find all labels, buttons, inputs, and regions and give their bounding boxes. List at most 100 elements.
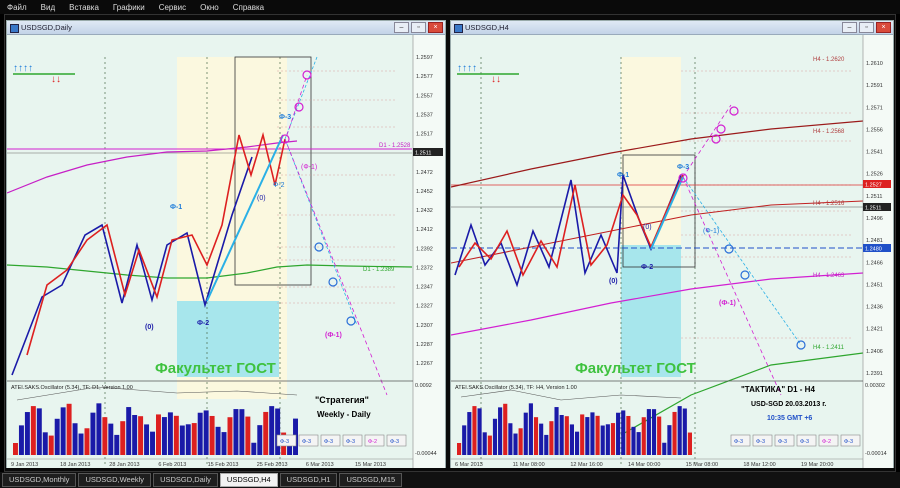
svg-text:↓↓: ↓↓ xyxy=(51,74,61,85)
chart-icon xyxy=(454,24,463,33)
oscillator-bar xyxy=(150,431,155,455)
menu-insert[interactable]: Вставка xyxy=(62,3,106,12)
price-chart[interactable]: ↑↑↑↑ ↓↓ Ф-1 Ф-2 (0) Ф-3 (Ф-1) Ф-2 (0) (Ф… xyxy=(7,35,445,468)
oscillator-bar xyxy=(13,443,18,455)
window-titlebar[interactable]: USDSGD,H4 – ▫ × xyxy=(451,21,893,35)
price-tick-label: 1.2452 xyxy=(416,189,433,195)
label-phi3: Ф-3 xyxy=(279,114,291,121)
chart-tab[interactable]: USDSGD,Daily xyxy=(153,473,218,487)
close-button[interactable]: × xyxy=(428,22,443,33)
menu-help[interactable]: Справка xyxy=(226,3,271,12)
chart-tab[interactable]: USDSGD,H4 xyxy=(219,473,278,487)
oscillator-bar xyxy=(60,407,66,455)
oscillator-bar xyxy=(605,424,610,455)
oscillator-bar xyxy=(197,412,203,455)
price-tick-label: 1.2496 xyxy=(866,216,883,222)
watermark-text: Факультет ГОСТ xyxy=(575,360,696,377)
price-tick-label: 1.2481 xyxy=(866,238,883,244)
label-d1b: D1 - 1.2389 xyxy=(363,267,395,273)
label-mphi1: (Ф-1) xyxy=(325,332,342,339)
menu-file[interactable]: Файл xyxy=(0,3,34,12)
price-tick-label: 1.2421 xyxy=(866,327,883,333)
minimize-button[interactable]: – xyxy=(394,22,409,33)
oscillator-bar xyxy=(651,409,657,455)
minimize-button[interactable]: – xyxy=(842,22,857,33)
label-phi3: Ф-3 xyxy=(677,164,689,171)
window-titlebar[interactable]: USDSGD,Daily – ▫ × xyxy=(7,21,445,35)
label-mphi1: (Ф-1) xyxy=(719,300,736,307)
menu-charts[interactable]: Графики xyxy=(106,3,152,12)
oscillator-bar xyxy=(575,431,580,455)
phase-button-label: Ф-3 xyxy=(844,439,853,445)
date-tick-label: 6 Feb 2013 xyxy=(158,462,186,468)
menu-view[interactable]: Вид xyxy=(34,3,62,12)
oscillator-bar xyxy=(132,415,138,455)
chart-tab[interactable]: USDSGD,Weekly xyxy=(78,473,152,487)
oscillator-bar xyxy=(580,414,585,455)
phase-button-label: Ф-3 xyxy=(756,439,765,445)
oscillator-bar xyxy=(549,421,554,455)
oscillator-bar xyxy=(626,415,631,455)
date-tick-label: 18 Jan 2013 xyxy=(60,462,90,468)
oscillator-bar xyxy=(269,406,275,455)
price-tick-label: 1.2466 xyxy=(866,260,883,266)
label-h4b: H4 - 1.2568 xyxy=(813,129,845,135)
price-tick-label: 1.2610 xyxy=(866,61,883,67)
svg-text:↑↑↑↑: ↑↑↑↑ xyxy=(457,63,477,74)
current-price: 1.2511 xyxy=(865,206,881,212)
oscillator-bar xyxy=(30,406,36,455)
maximize-button[interactable]: ▫ xyxy=(411,22,426,33)
chart-tab[interactable]: USDSGD,Monthly xyxy=(2,473,77,487)
chart-window-daily[interactable]: USDSGD,Daily – ▫ × ↑↑↑↑ ↓↓ Ф-1 Ф-2 (0) Ф… xyxy=(6,20,446,468)
oscillator-bar xyxy=(657,416,662,455)
strategy-sub: Weekly - Daily xyxy=(317,410,371,419)
oscillator-bar xyxy=(498,407,503,455)
oscillator-bar xyxy=(48,435,54,455)
price-tick-label: 1.2557 xyxy=(416,93,433,99)
oscillator-bar xyxy=(585,417,590,455)
menu-tools[interactable]: Сервис xyxy=(152,3,193,12)
oscillator-bar xyxy=(472,406,477,455)
oscillator-bar xyxy=(487,435,492,455)
tactic-title: "ТАКТИКА" D1 - H4 xyxy=(741,385,815,394)
phase-button-label: Ф-3 xyxy=(800,439,809,445)
date-tick-label: 19 Mar 20:00 xyxy=(801,462,833,468)
oscillator-bar xyxy=(257,425,263,455)
oscillator-bar xyxy=(569,424,574,455)
label-h4d: H4 - 1.2463 xyxy=(813,273,845,279)
oscillator-bar xyxy=(191,423,197,455)
oscillator-bar xyxy=(687,432,692,455)
oscillator-bar xyxy=(66,403,72,455)
label-phi1: Ф-1 xyxy=(170,204,182,211)
label-h4e: H4 - 1.2411 xyxy=(813,345,845,351)
oscillator-bar xyxy=(518,428,523,455)
oscillator-bar xyxy=(233,409,239,455)
price-tick-label: 1.2511 xyxy=(866,194,882,200)
svg-text:↑↑↑↑: ↑↑↑↑ xyxy=(13,63,33,74)
oscillator-bar xyxy=(239,409,245,455)
label-phi2: Ф-2 xyxy=(197,320,209,327)
price-chart[interactable]: ↑↑↑↑ ↓↓ Ф-1 Ф-2 (0) (0) Ф-3 (Ф-1) (Ф-1) … xyxy=(451,35,893,468)
date-tick-label: 15 Mar 08:00 xyxy=(686,462,718,468)
chart-tab[interactable]: USDSGD,M15 xyxy=(339,473,403,487)
oscillator-bar xyxy=(590,412,595,455)
label-phi2: Ф-2 xyxy=(641,264,653,271)
chart-window-h4[interactable]: USDSGD,H4 – ▫ × ↑↑↑↑ ↓↓ Ф-1 Ф-2 (0) (0) … xyxy=(450,20,894,468)
menu-window[interactable]: Окно xyxy=(193,3,226,12)
price-tick-label: 1.2537 xyxy=(416,112,433,118)
watermark-text: Факультет ГОСТ xyxy=(155,360,276,377)
oscillator-bar xyxy=(245,416,251,455)
date-tick-label: 9 Jan 2013 xyxy=(11,462,38,468)
phase-button-label: Ф-3 xyxy=(778,439,787,445)
close-button[interactable]: × xyxy=(876,22,891,33)
phase-button-label: Ф-3 xyxy=(324,439,333,445)
date-tick-label: 25 Feb 2013 xyxy=(257,462,288,468)
oscillator-bar xyxy=(462,425,467,455)
current-price: 1.2511 xyxy=(415,151,431,157)
price-tick-label: 1.2556 xyxy=(866,127,883,133)
price-tick-label: 1.2571 xyxy=(866,105,883,111)
maximize-button[interactable]: ▫ xyxy=(859,22,874,33)
chart-tab[interactable]: USDSGD,H1 xyxy=(279,473,338,487)
oscillator-bar xyxy=(275,408,281,455)
price-tick-label: 1.2372 xyxy=(416,265,433,271)
